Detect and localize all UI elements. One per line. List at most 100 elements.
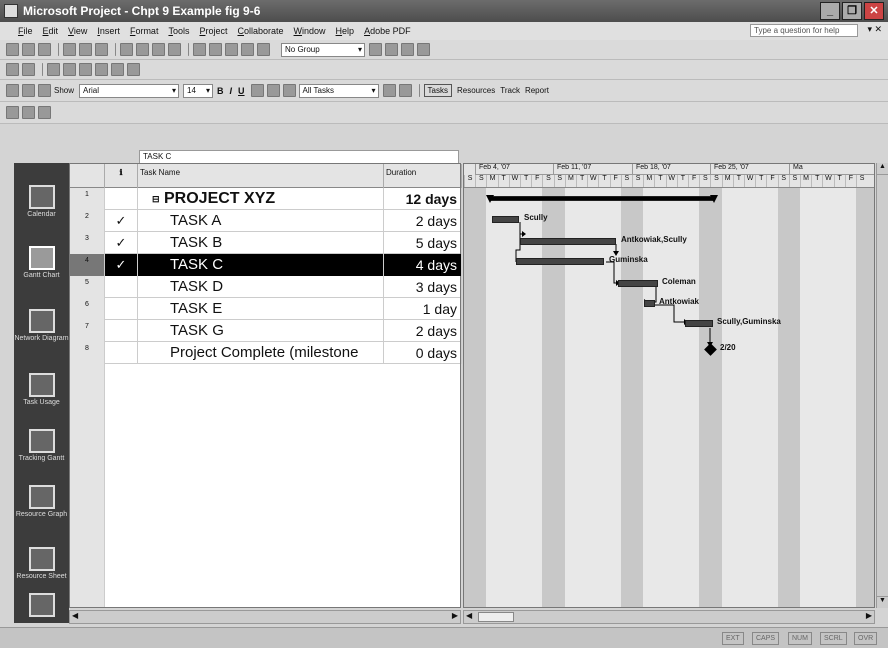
task-name-cell[interactable]: ⊟ PROJECT XYZ	[138, 188, 384, 210]
task-name-cell[interactable]: TASK B	[138, 232, 384, 254]
minimize-button[interactable]: _	[820, 2, 840, 20]
view-resource-sheet[interactable]: Resource Sheet	[14, 547, 69, 581]
collapse-icon[interactable]: ⊟	[152, 194, 160, 204]
cut-icon[interactable]	[120, 43, 133, 56]
close-button[interactable]: ✕	[864, 2, 884, 20]
table-row[interactable]: 3 ✓ TASK B 5 days	[70, 232, 462, 254]
duration-cell[interactable]: 3 days	[384, 276, 462, 298]
view-more[interactable]	[14, 593, 69, 619]
resources-button[interactable]: Resources	[457, 86, 495, 95]
underline-button[interactable]: U	[238, 86, 245, 96]
help-search-input[interactable]: Type a question for help	[750, 24, 858, 37]
copy-icon[interactable]	[136, 43, 149, 56]
track-button[interactable]: Track	[500, 86, 520, 95]
group-select[interactable]: No Group	[281, 42, 365, 57]
gantt-bar-task-d[interactable]	[618, 280, 658, 287]
menu-tools[interactable]: Tools	[168, 26, 189, 36]
scroll-left-icon[interactable]: ◀	[72, 611, 78, 620]
duration-cell[interactable]: 12 days	[384, 188, 462, 210]
doc-close-icon[interactable]: ▾ ✕	[867, 24, 882, 35]
link-icon[interactable]	[193, 43, 206, 56]
open-icon[interactable]	[22, 43, 35, 56]
view-resource-graph[interactable]: Resource Graph	[14, 485, 69, 519]
italic-button[interactable]: I	[230, 86, 233, 96]
progress-75-icon[interactable]	[95, 63, 108, 76]
task-name-cell[interactable]: Project Complete (milestone	[138, 342, 384, 364]
info-icon[interactable]	[241, 43, 254, 56]
spelling-icon[interactable]	[95, 43, 108, 56]
update-tasks-icon[interactable]	[127, 63, 140, 76]
menu-edit[interactable]: Edit	[43, 26, 59, 36]
view-calendar[interactable]: Calendar	[14, 185, 69, 219]
align-left-icon[interactable]	[250, 84, 264, 97]
scroll-thumb[interactable]	[478, 612, 514, 622]
gantt-bar-task-g[interactable]	[685, 320, 713, 327]
bold-button[interactable]: B	[217, 86, 224, 96]
menu-window[interactable]: Window	[294, 26, 326, 36]
select-all-cell[interactable]	[70, 164, 105, 188]
tasks-button[interactable]: Tasks	[423, 84, 452, 97]
progress-25-icon[interactable]	[63, 63, 76, 76]
table-row[interactable]: 1 ⊟ PROJECT XYZ 12 days	[70, 188, 462, 210]
duration-cell[interactable]: 2 days	[384, 210, 462, 232]
menu-adobe-pdf[interactable]: Adobe PDF	[364, 26, 411, 36]
duration-cell[interactable]: 5 days	[384, 232, 462, 254]
gantt-bar-task-e[interactable]	[644, 300, 655, 307]
task-name-header[interactable]: Task Name	[138, 164, 384, 188]
view-network-diagram[interactable]: Network Diagram	[14, 309, 69, 343]
arrow-left-icon[interactable]	[6, 84, 19, 97]
table-row[interactable]: 2 ✓ TASK A 2 days	[70, 210, 462, 232]
menu-insert[interactable]: Insert	[97, 26, 120, 36]
font-select[interactable]: Arial	[79, 83, 180, 98]
scroll-right-icon[interactable]: ▶	[866, 611, 872, 620]
unlink-icon[interactable]	[209, 43, 222, 56]
table-row[interactable]: 6 TASK E 1 day	[70, 298, 462, 320]
view-task-usage[interactable]: Task Usage	[14, 373, 69, 407]
autofilter-icon[interactable]	[382, 84, 396, 97]
align-center-icon[interactable]	[266, 84, 280, 97]
task-name-cell[interactable]: TASK G	[138, 320, 384, 342]
entry-bar[interactable]: TASK C	[139, 150, 459, 164]
align-right-icon[interactable]	[282, 84, 296, 97]
duration-cell[interactable]: 1 day	[384, 298, 462, 320]
zoom-out-icon[interactable]	[385, 43, 398, 56]
table-row[interactable]: 8 Project Complete (milestone 0 days	[70, 342, 462, 364]
arrow-right-icon[interactable]	[22, 84, 35, 97]
indent-icon[interactable]	[22, 63, 35, 76]
outdent-icon[interactable]	[6, 63, 19, 76]
compare-3-icon[interactable]	[38, 106, 51, 119]
vertical-scrollbar[interactable]: ▲ ▼	[876, 163, 888, 608]
notes-icon[interactable]	[257, 43, 270, 56]
gantt-bar-task-c[interactable]	[516, 258, 604, 265]
print-icon[interactable]	[63, 43, 76, 56]
new-icon[interactable]	[6, 43, 19, 56]
restore-button[interactable]: ❐	[842, 2, 862, 20]
scroll-down-icon[interactable]: ▼	[877, 596, 888, 608]
font-size-select[interactable]: 14	[183, 83, 214, 98]
goto-task-icon[interactable]	[401, 43, 414, 56]
chart-horizontal-scrollbar[interactable]: ◀ ▶	[463, 610, 875, 624]
gantt-bar-task-b[interactable]	[520, 238, 616, 245]
split-icon[interactable]	[225, 43, 238, 56]
undo-icon[interactable]	[168, 43, 181, 56]
menu-view[interactable]: View	[68, 26, 87, 36]
view-tracking-gantt[interactable]: Tracking Gantt	[14, 429, 69, 463]
gantt-bar-task-a[interactable]	[492, 216, 519, 223]
menu-file[interactable]: File	[18, 26, 33, 36]
scroll-right-icon[interactable]: ▶	[452, 611, 458, 620]
duration-cell[interactable]: 4 days	[384, 254, 462, 276]
table-row[interactable]: 4 ✓ TASK C 4 days	[70, 254, 462, 276]
show-button[interactable]: Show	[54, 86, 74, 95]
task-name-cell[interactable]: TASK D	[138, 276, 384, 298]
paste-icon[interactable]	[152, 43, 165, 56]
filter-select[interactable]: All Tasks	[298, 83, 379, 98]
task-name-cell[interactable]: TASK A	[138, 210, 384, 232]
menu-format[interactable]: Format	[130, 26, 159, 36]
indicators-header[interactable]: ℹ	[105, 164, 138, 188]
menu-project[interactable]: Project	[199, 26, 227, 36]
table-row[interactable]: 7 TASK G 2 days	[70, 320, 462, 342]
task-name-cell[interactable]: TASK E	[138, 298, 384, 320]
compare-2-icon[interactable]	[22, 106, 35, 119]
progress-0-icon[interactable]	[47, 63, 60, 76]
show-subtasks-icon[interactable]	[38, 84, 51, 97]
